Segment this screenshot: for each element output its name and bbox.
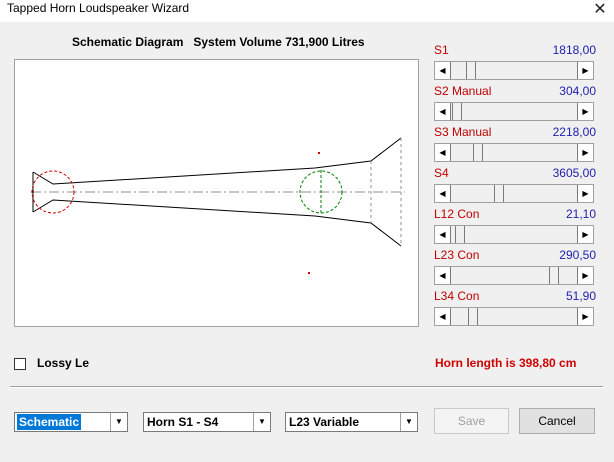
param-s3: S3 Manual 2218,00 ◀ ▶: [434, 125, 597, 165]
param-value: 51,90: [565, 289, 596, 303]
schematic-title: Schematic Diagram System Volume 731,900 …: [72, 35, 365, 49]
scroll-right-icon[interactable]: ▶: [577, 144, 593, 161]
horn-section-value: Horn S1 - S4: [147, 415, 219, 429]
view-select-value: Schematic: [17, 414, 82, 430]
horn-length-text: Horn length is 398,80 cm: [435, 356, 577, 370]
param-l34: L34 Con 51,90 ◀ ▶: [434, 289, 597, 329]
param-l12: L12 Con 21,10 ◀ ▶: [434, 207, 597, 247]
marker-dot: [318, 152, 320, 154]
chevron-down-icon[interactable]: ▼: [253, 413, 270, 431]
slider-thumb[interactable]: [548, 267, 559, 284]
param-value: 290,50: [559, 248, 596, 262]
cancel-button[interactable]: Cancel: [519, 408, 595, 434]
param-label: S2 Manual: [434, 84, 492, 98]
param-label: S1: [434, 43, 449, 57]
variable-select-value: L23 Variable: [289, 415, 360, 429]
scroll-left-icon[interactable]: ◀: [435, 267, 451, 284]
param-value: 3605,00: [552, 166, 596, 180]
scroll-left-icon[interactable]: ◀: [435, 308, 451, 325]
scroll-left-icon[interactable]: ◀: [435, 103, 451, 120]
horn-profile-lower: [32, 199, 402, 247]
param-value: 21,10: [565, 207, 596, 221]
l34-slider[interactable]: ◀ ▶: [434, 307, 594, 326]
param-s2: S2 Manual 304,00 ◀ ▶: [434, 84, 597, 124]
param-label: L12 Con: [434, 207, 480, 221]
scroll-right-icon[interactable]: ▶: [577, 267, 593, 284]
param-value: 304,00: [559, 84, 596, 98]
horn-section-select[interactable]: Horn S1 - S4 ▼: [143, 412, 271, 432]
scroll-right-icon[interactable]: ▶: [577, 103, 593, 120]
param-l23: L23 Con 290,50 ◀ ▶: [434, 248, 597, 288]
scroll-right-icon[interactable]: ▶: [577, 185, 593, 202]
horn-schematic-svg: [31, 137, 405, 274]
scroll-right-icon[interactable]: ▶: [577, 62, 593, 79]
param-label: S4: [434, 166, 449, 180]
slider-thumb[interactable]: [452, 103, 462, 120]
scroll-right-icon[interactable]: ▶: [577, 308, 593, 325]
variable-select[interactable]: L23 Variable ▼: [285, 412, 418, 432]
param-s4: S4 3605,00 ◀ ▶: [434, 166, 597, 206]
param-label: L23 Con: [434, 248, 480, 262]
param-value: 1818,00: [552, 43, 596, 57]
slider-thumb[interactable]: [494, 185, 505, 202]
window-title: Tapped Horn Loudspeaker Wizard: [7, 1, 190, 15]
slider-thumb[interactable]: [467, 308, 478, 325]
s3-slider[interactable]: ◀ ▶: [434, 143, 594, 162]
l12-slider[interactable]: ◀ ▶: [434, 225, 594, 244]
horn-profile-upper: [32, 137, 402, 185]
scroll-right-icon[interactable]: ▶: [577, 226, 593, 243]
slider-thumb[interactable]: [455, 226, 466, 243]
lossy-le-label[interactable]: Lossy Le: [37, 356, 89, 370]
separator: [10, 386, 603, 388]
s4-slider[interactable]: ◀ ▶: [434, 184, 594, 203]
schematic-diagram: [14, 59, 419, 327]
scroll-left-icon[interactable]: ◀: [435, 226, 451, 243]
slider-thumb[interactable]: [465, 62, 476, 79]
scroll-left-icon[interactable]: ◀: [435, 62, 451, 79]
s1-slider[interactable]: ◀ ▶: [434, 61, 594, 80]
param-label: L34 Con: [434, 289, 480, 303]
scroll-left-icon[interactable]: ◀: [435, 185, 451, 202]
chevron-down-icon[interactable]: ▼: [400, 413, 417, 431]
marker-dot: [308, 272, 310, 274]
view-select[interactable]: Schematic ▼: [14, 412, 128, 432]
lossy-le-checkbox[interactable]: [14, 358, 26, 370]
s2-slider[interactable]: ◀ ▶: [434, 102, 594, 121]
chevron-down-icon[interactable]: ▼: [110, 413, 127, 431]
param-label: S3 Manual: [434, 125, 492, 139]
param-s1: S1 1818,00 ◀ ▶: [434, 43, 597, 83]
slider-thumb[interactable]: [472, 144, 483, 161]
param-value: 2218,00: [552, 125, 596, 139]
scroll-left-icon[interactable]: ◀: [435, 144, 451, 161]
save-button[interactable]: Save: [434, 408, 509, 434]
close-icon[interactable]: ✕: [586, 0, 614, 22]
l23-slider[interactable]: ◀ ▶: [434, 266, 594, 285]
